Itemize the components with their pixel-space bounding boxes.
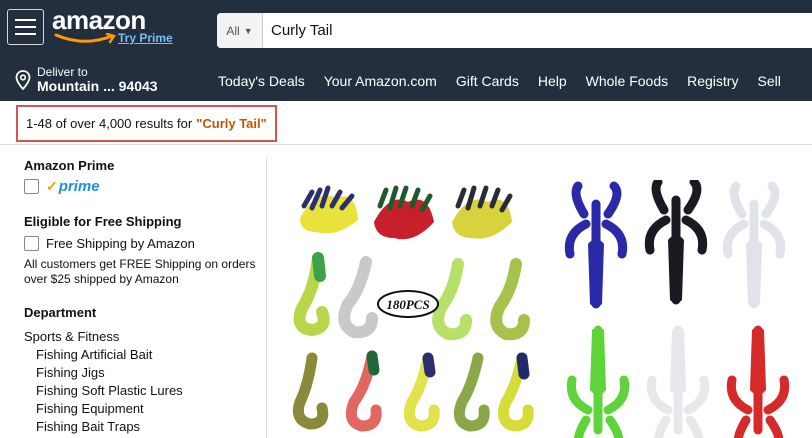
amazon-logo[interactable]: amazon Try Prime bbox=[52, 5, 182, 49]
smile-arrow-icon bbox=[54, 33, 116, 44]
prime-checkbox[interactable] bbox=[24, 179, 39, 194]
results-bar: 1-48 of over 4,000 results for "Curly Ta… bbox=[0, 101, 812, 145]
free-shipping-checkbox[interactable] bbox=[24, 236, 39, 251]
nav-link-whole-foods[interactable]: Whole Foods bbox=[586, 73, 668, 89]
nav-link-todays-deals[interactable]: Today's Deals bbox=[218, 73, 305, 89]
dept-fishing-soft-plastic-lures[interactable]: Fishing Soft Plastic Lures bbox=[24, 383, 264, 398]
amazon-prime-heading: Amazon Prime bbox=[24, 158, 115, 173]
dept-fishing-jigs[interactable]: Fishing Jigs bbox=[24, 365, 264, 380]
free-shipping-heading: Eligible for Free Shipping bbox=[24, 214, 182, 229]
results-count: 1-48 of over 4,000 results for bbox=[26, 116, 193, 131]
nav-link-registry[interactable]: Registry bbox=[687, 73, 738, 89]
dept-fishing-equipment[interactable]: Fishing Equipment bbox=[24, 401, 264, 416]
nav-link-gift-cards[interactable]: Gift Cards bbox=[456, 73, 519, 89]
deliver-to-location[interactable]: Deliver to Mountain ... 94043 bbox=[15, 65, 158, 95]
filter-sidebar: Amazon Prime ✓ prime Eligible for Free S… bbox=[24, 158, 264, 434]
product-grid: 180PCS bbox=[292, 180, 790, 438]
free-shipping-note: All customers get FREE Shipping on order… bbox=[24, 257, 256, 286]
deliver-location: Mountain ... 94043 bbox=[37, 78, 158, 95]
product-badge-text: 180PCS bbox=[386, 297, 429, 312]
location-pin-icon bbox=[15, 70, 31, 91]
prime-logo-text: prime bbox=[58, 178, 100, 195]
prime-logo: ✓ prime bbox=[46, 178, 100, 195]
search-category-label: All bbox=[226, 23, 240, 38]
search-bar: All ▼ bbox=[217, 13, 812, 48]
product-image-craw-lures[interactable] bbox=[564, 180, 790, 438]
nav-link-help[interactable]: Help bbox=[538, 73, 567, 89]
department-heading: Department bbox=[24, 305, 97, 320]
prime-filter[interactable]: ✓ prime bbox=[24, 178, 264, 195]
free-shipping-label: Free Shipping by Amazon bbox=[46, 236, 195, 251]
dept-fishing-artificial-bait[interactable]: Fishing Artificial Bait bbox=[24, 347, 264, 362]
caret-down-icon: ▼ bbox=[243, 25, 253, 36]
dept-sports-fitness[interactable]: Sports & Fitness bbox=[24, 329, 264, 344]
hamburger-menu-icon[interactable] bbox=[7, 9, 44, 45]
nav-bar: Deliver to Mountain ... 94043 Today's De… bbox=[0, 60, 812, 101]
search-category-dropdown[interactable]: All ▼ bbox=[217, 13, 263, 48]
free-shipping-filter[interactable]: Free Shipping by Amazon bbox=[24, 236, 264, 251]
results-summary: 1-48 of over 4,000 results for "Curly Ta… bbox=[16, 105, 277, 142]
try-prime-link[interactable]: Try Prime bbox=[118, 31, 173, 45]
search-input[interactable] bbox=[271, 13, 791, 48]
prime-check-icon: ✓ bbox=[46, 178, 58, 194]
sidebar-divider bbox=[266, 158, 267, 438]
top-header: amazon Try Prime All ▼ bbox=[0, 0, 812, 60]
results-query: "Curly Tail" bbox=[196, 116, 267, 131]
product-image-curly-tail-grubs[interactable]: 180PCS bbox=[292, 185, 534, 432]
nav-link-sell[interactable]: Sell bbox=[757, 73, 780, 89]
dept-fishing-bait-traps[interactable]: Fishing Bait Traps bbox=[24, 419, 264, 434]
nav-link-your-amazon[interactable]: Your Amazon.com bbox=[324, 73, 437, 89]
